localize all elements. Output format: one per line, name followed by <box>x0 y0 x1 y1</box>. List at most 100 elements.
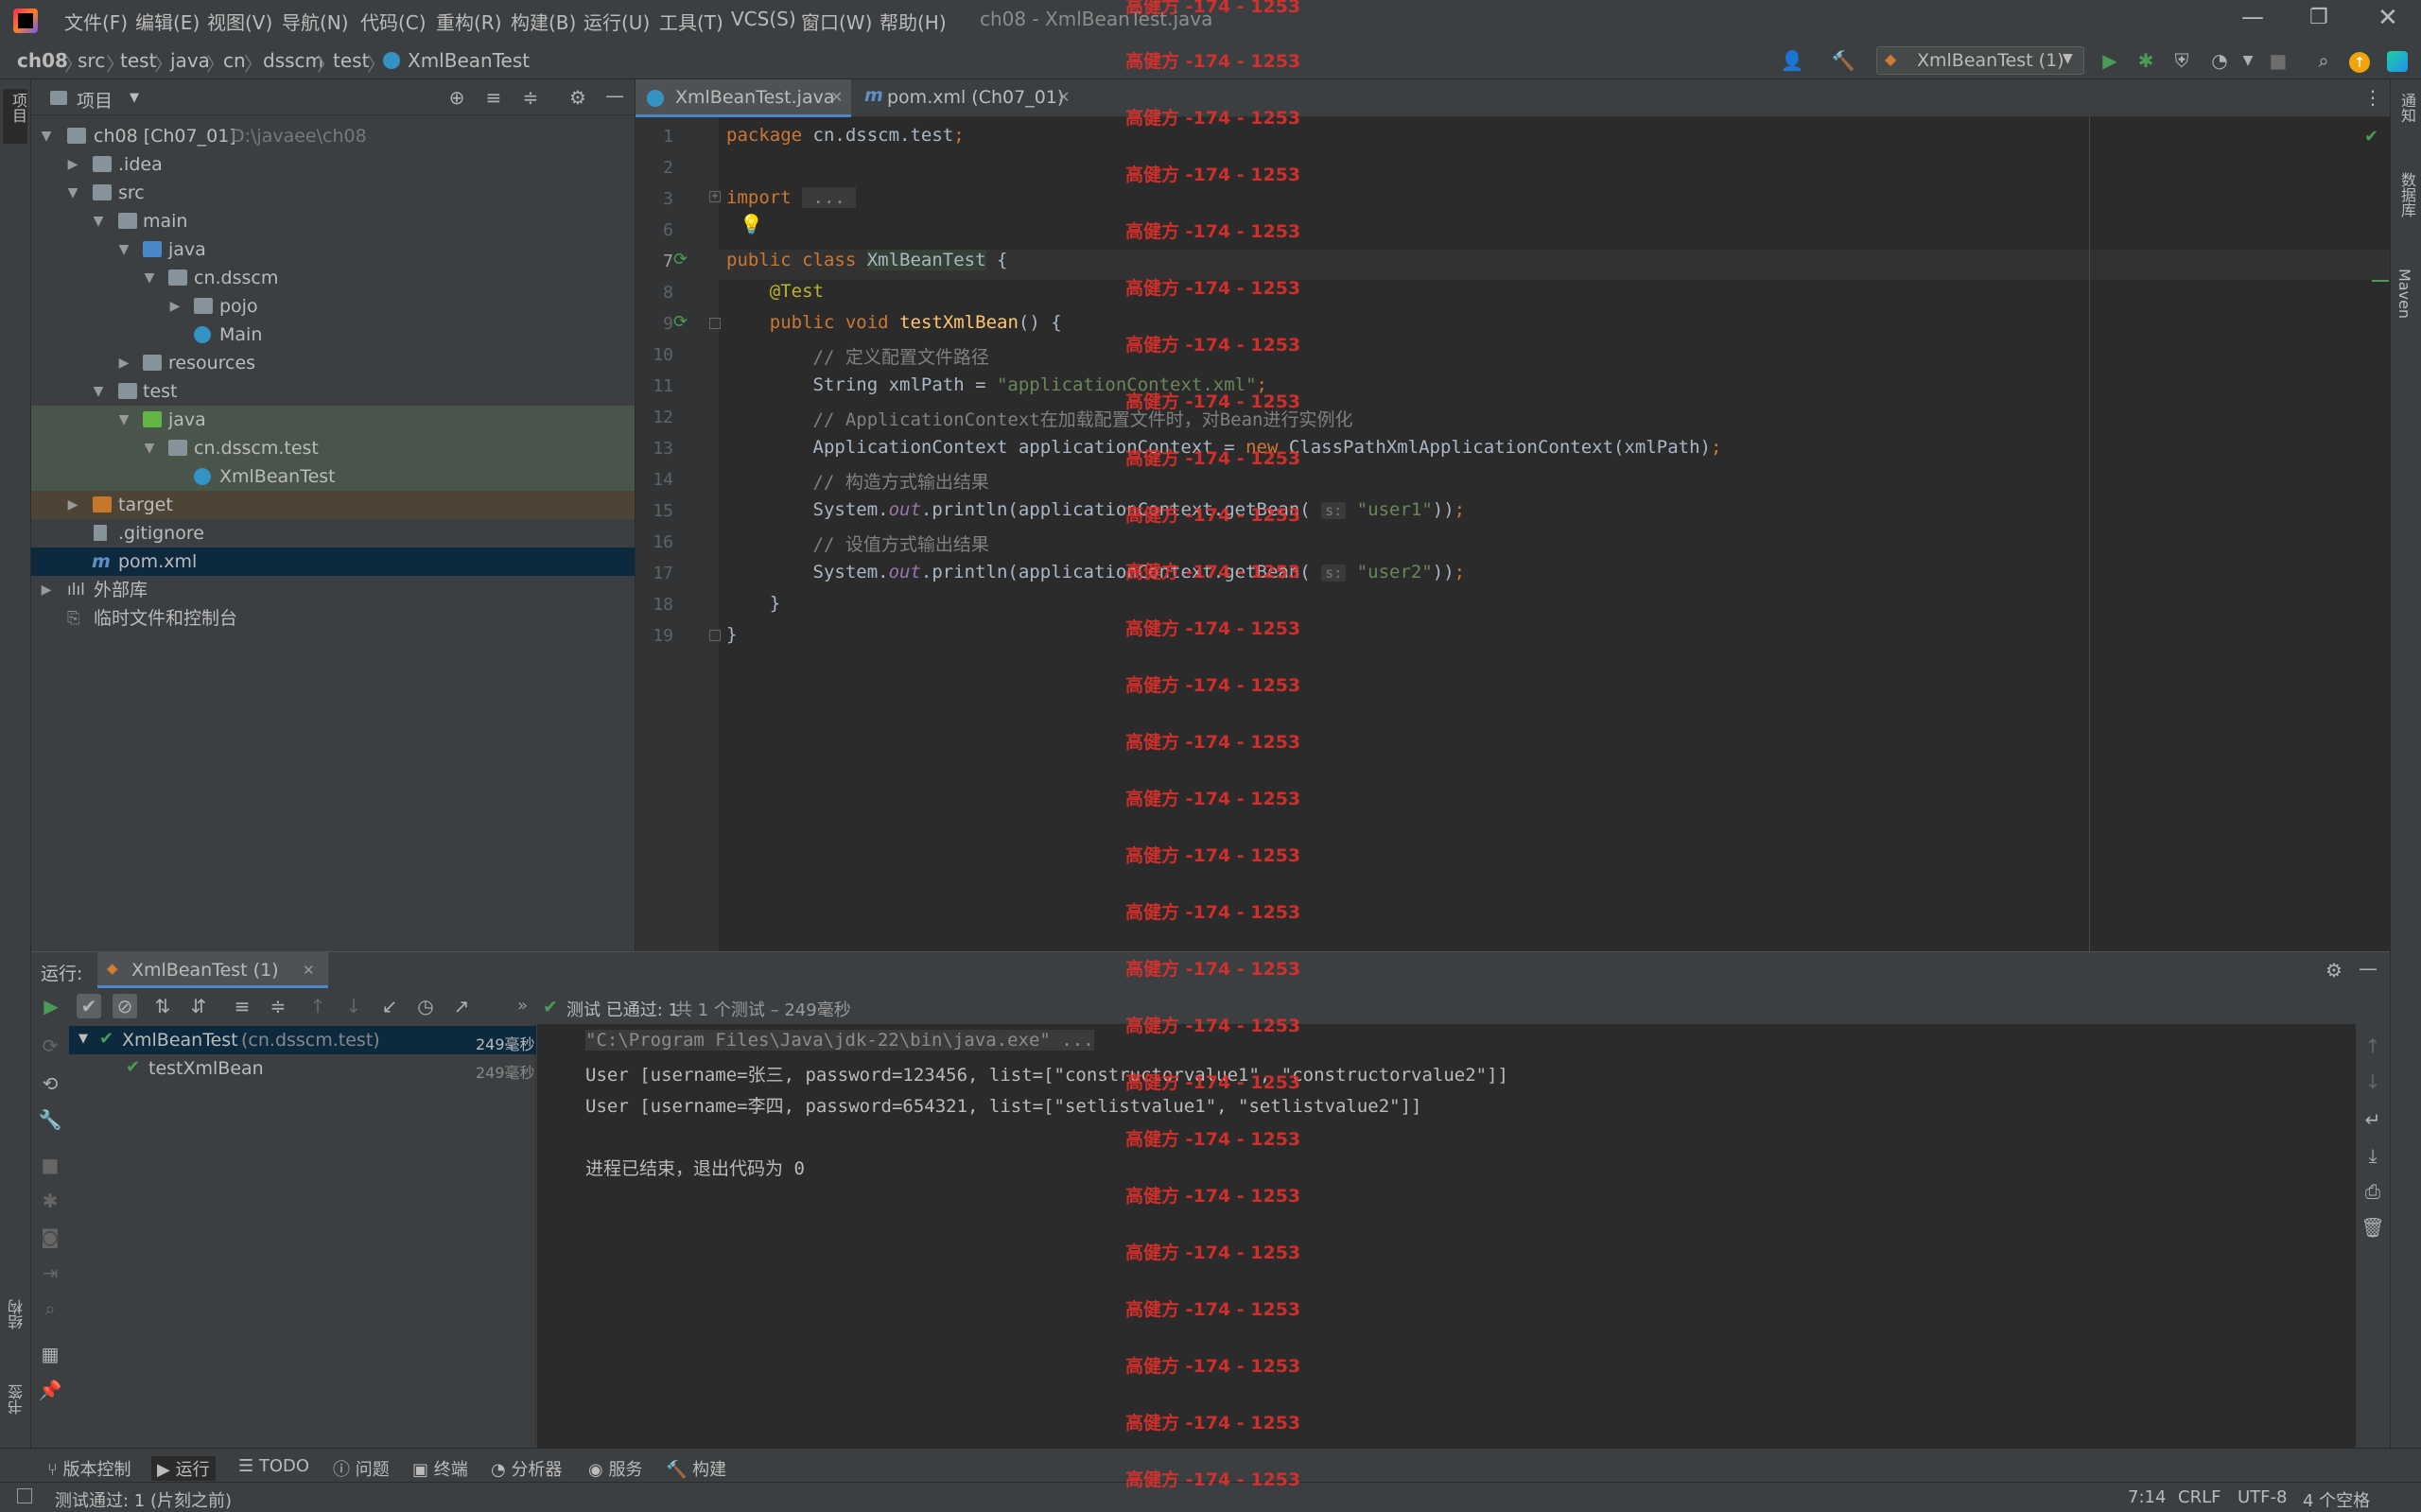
print-icon[interactable]: ⎙ <box>2360 1179 2385 1204</box>
hide-panel-icon[interactable]: — <box>602 83 627 108</box>
show-ignored-icon[interactable]: ⊘ <box>113 994 137 1018</box>
update-icon[interactable]: ↑ <box>2349 52 2370 73</box>
close-window-icon[interactable]: ✕ <box>2377 4 2398 32</box>
maximize-icon[interactable]: ❐ <box>2309 6 2328 29</box>
stop-icon[interactable]: ■ <box>2266 48 2290 73</box>
breadcrumb-item[interactable]: test <box>333 49 369 72</box>
user-icon[interactable]: 👤 <box>1780 48 1804 73</box>
project-tool-button[interactable]: 项目 <box>3 89 27 144</box>
menu-file[interactable]: 文件(F) <box>64 8 128 35</box>
toggle-tool-windows-icon[interactable] <box>17 1488 32 1503</box>
structure-tool-label[interactable]: 结构 <box>6 1299 28 1330</box>
close-tab-icon[interactable]: ✕ <box>1057 88 1070 106</box>
code-area[interactable]: package cn.dsscm.test; import ... 💡 publ… <box>636 117 2390 685</box>
bookmarks-tool-label[interactable]: 书签 <box>6 1384 28 1415</box>
chevron-down-icon[interactable]: ▼ <box>2236 48 2260 73</box>
minimize-icon[interactable]: — <box>2241 4 2264 30</box>
tree-item-target[interactable]: ▶ target <box>31 491 635 519</box>
tool-window-todo[interactable]: ☰ TODO <box>238 1456 309 1476</box>
tool-window-terminal[interactable]: ▣ 终端 <box>412 1456 468 1481</box>
expand-all-icon[interactable]: ≡ <box>230 994 254 1018</box>
run-tab[interactable]: ◆ XmlBeanTest (1) ✕ <box>97 952 328 988</box>
breadcrumb-item[interactable]: ch08 <box>17 49 68 72</box>
toolbox-icon[interactable] <box>2387 51 2408 72</box>
run-icon[interactable]: ▶ <box>2098 48 2122 73</box>
tool-window-services[interactable]: ◉ 服务 <box>588 1456 642 1481</box>
import-tests-icon[interactable]: ↙ <box>377 994 402 1018</box>
scroll-down-icon[interactable]: ↓ <box>2360 1069 2385 1094</box>
breadcrumb-item[interactable]: test <box>120 49 156 72</box>
database-tool-label[interactable]: 数据库 <box>2395 172 2418 217</box>
tool-window-version-control[interactable]: ⑂ 版本控制 <box>47 1456 131 1481</box>
file-encoding[interactable]: UTF-8 <box>2238 1487 2287 1507</box>
tree-item-scratches[interactable]: ⎘ 临时文件和控制台 <box>31 604 635 633</box>
locate-icon[interactable]: ⊕ <box>444 85 469 110</box>
breadcrumb-item[interactable]: cn <box>223 49 246 72</box>
tree-item-pojo[interactable]: ▶ pojo <box>31 292 635 321</box>
tab-pom[interactable]: m pom.xml (Ch07_01) ✕ <box>859 79 1080 117</box>
search-icon[interactable]: ⌕ <box>2311 48 2336 73</box>
gear-icon[interactable]: ⚙ <box>2322 958 2346 982</box>
sort-duration-icon[interactable]: ⇵ <box>186 994 211 1018</box>
menu-navigate[interactable]: 导航(N) <box>282 8 349 35</box>
chevron-down-icon[interactable]: ▼ <box>130 91 139 105</box>
tree-item-idea[interactable]: ▶ .idea <box>31 150 635 179</box>
tab-xmlbeantest[interactable]: XmlBeanTest.java ✕ <box>636 79 851 117</box>
project-panel-title[interactable]: 项目 <box>77 87 113 113</box>
run-config-select[interactable]: ◆ XmlBeanTest (1) ▼ <box>1876 46 2084 75</box>
sort-alpha-icon[interactable]: ⇅ <box>150 994 175 1018</box>
tool-window-profiler[interactable]: ◔ 分析器 <box>491 1456 562 1481</box>
tree-item-resources[interactable]: ▶ resources <box>31 349 635 377</box>
history-icon[interactable]: ◷ <box>413 994 438 1018</box>
tree-item-test-class[interactable]: XmlBeanTest <box>31 462 635 491</box>
menu-view[interactable]: 视图(V) <box>207 8 272 35</box>
debug-icon[interactable]: ✱ <box>2134 48 2158 73</box>
tree-item-test-java[interactable]: ▼ java <box>31 406 635 434</box>
coverage-icon[interactable]: ⛨ <box>2169 48 2194 73</box>
hide-panel-icon[interactable]: — <box>2356 956 2380 981</box>
profiler-icon[interactable]: ◔ <box>2207 48 2232 73</box>
show-passed-icon[interactable]: ✔ <box>77 994 101 1018</box>
tree-item-external-libs[interactable]: ▶ ılıl 外部库 <box>31 576 635 604</box>
tree-item-main[interactable]: ▼ main <box>31 207 635 235</box>
maven-tool-label[interactable]: Maven <box>2395 269 2413 319</box>
breadcrumb-item[interactable]: src <box>78 49 105 72</box>
previous-failure-icon[interactable]: ↑ <box>305 994 330 1018</box>
scroll-to-end-icon[interactable]: ⤓ <box>2360 1143 2385 1168</box>
tool-window-problems[interactable]: ⓘ 问题 <box>333 1456 390 1481</box>
tree-item-test[interactable]: ▼ test <box>31 377 635 406</box>
expand-all-icon[interactable]: ≡ <box>481 85 506 110</box>
tool-window-run[interactable]: ▶ 运行 <box>151 1456 216 1481</box>
menu-window[interactable]: 窗口(W) <box>801 8 872 35</box>
soft-wrap-icon[interactable]: ↵ <box>2360 1107 2385 1132</box>
menu-refactor[interactable]: 重构(R) <box>436 8 502 35</box>
tree-item-main-java[interactable]: ▼ java <box>31 235 635 264</box>
tree-item-gitignore[interactable]: .gitignore <box>31 519 635 547</box>
more-options-icon[interactable]: ⋮ <box>2363 86 2382 109</box>
collapse-all-icon[interactable]: ≑ <box>266 994 290 1018</box>
rerun-icon[interactable]: ▶ <box>39 994 63 1018</box>
close-tab-icon[interactable]: ✕ <box>303 962 315 979</box>
status-message[interactable]: 测试通过: 1 (片刻之前) <box>55 1487 232 1512</box>
menu-code[interactable]: 代码(C) <box>360 8 427 35</box>
menu-tools[interactable]: 工具(T) <box>659 8 723 35</box>
tree-item-pom[interactable]: m pom.xml <box>31 547 635 576</box>
export-icon[interactable]: ↗ <box>449 994 474 1018</box>
build-hammer-icon[interactable]: 🔨 <box>1831 48 1855 73</box>
scroll-up-icon[interactable]: ↑ <box>2360 1034 2385 1058</box>
collapse-all-icon[interactable]: ≑ <box>518 85 543 110</box>
more-icon[interactable]: » <box>517 996 528 1016</box>
menu-help[interactable]: 帮助(H) <box>880 8 947 35</box>
next-failure-icon[interactable]: ↓ <box>341 994 366 1018</box>
indent-setting[interactable]: 4 个空格 <box>2303 1487 2370 1512</box>
breadcrumb-item[interactable]: XmlBeanTest <box>408 49 530 72</box>
menu-edit[interactable]: 编辑(E) <box>135 8 200 35</box>
notifications-tool-label[interactable]: 通知 <box>2395 93 2418 123</box>
tree-item-test-package[interactable]: ▼ cn.dsscm.test <box>31 434 635 462</box>
caret-position[interactable]: 7:14 <box>2128 1487 2166 1507</box>
menu-run[interactable]: 运行(U) <box>583 8 650 35</box>
breadcrumb-item[interactable]: dsscm <box>263 49 323 72</box>
close-tab-icon[interactable]: ✕ <box>830 88 843 106</box>
tree-item-package[interactable]: ▼ cn.dsscm <box>31 264 635 292</box>
breadcrumb-item[interactable]: java <box>170 49 210 72</box>
